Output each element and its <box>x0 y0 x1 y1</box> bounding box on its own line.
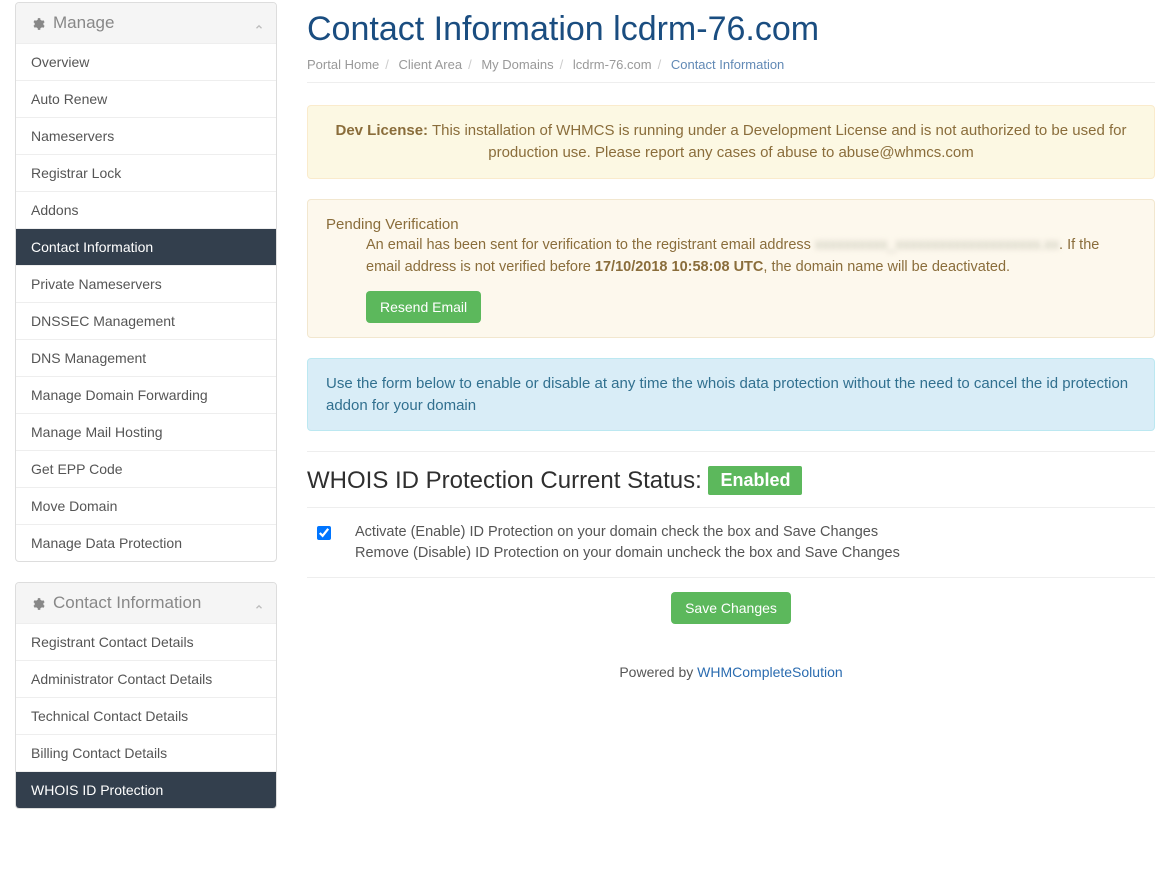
sidebar-item-technical: Technical Contact Details <box>16 697 276 734</box>
alert-pending-text3: , the domain name will be deactivated. <box>763 259 1010 275</box>
sidebar-item-overview: Overview <box>16 43 276 80</box>
alert-pending-deadline: 17/10/2018 10:58:08 UTC <box>595 259 763 275</box>
breadcrumb-current: Contact Information <box>671 57 784 72</box>
sidebar-panel-manage: Manage Overview Auto Renew Nameservers R… <box>15 2 277 562</box>
save-changes-button[interactable]: Save Changes <box>671 592 791 624</box>
footer-prefix: Powered by <box>619 664 697 680</box>
whois-status-title: WHOIS ID Protection Current Status: Enab… <box>307 466 1155 495</box>
sidebar-item-registrar-lock: Registrar Lock <box>16 154 276 191</box>
sidebar-item-private-nameservers: Private Nameservers <box>16 265 276 302</box>
sidebar-panel-contact: Contact Information Registrant Contact D… <box>15 582 277 809</box>
sidebar-header-contact[interactable]: Contact Information <box>16 583 276 623</box>
alert-pending-verification: Pending Verification An email has been s… <box>307 199 1155 338</box>
alert-pending-redacted-email: xxxxxxxxxx_xxxxxxxxxxxxxxxxxxxx.xx <box>815 237 1059 253</box>
breadcrumb-domain[interactable]: lcdrm-76.com <box>573 57 652 72</box>
page-title: Contact Information lcdrm-76.com <box>307 10 1155 49</box>
alert-dev-license-prefix: Dev License: <box>336 122 429 139</box>
gear-icon <box>31 16 45 30</box>
sidebar-item-mail-hosting: Manage Mail Hosting <box>16 413 276 450</box>
sidebar-item-domain-forwarding: Manage Domain Forwarding <box>16 376 276 413</box>
breadcrumb: Portal Home/ Client Area/ My Domains/ lc… <box>307 57 1155 83</box>
whois-protection-checkbox[interactable] <box>317 526 331 540</box>
status-badge: Enabled <box>708 466 802 495</box>
whois-protection-line1: Activate (Enable) ID Protection on your … <box>355 522 900 542</box>
chevron-up-icon <box>254 597 264 607</box>
whois-protection-row: Activate (Enable) ID Protection on your … <box>307 507 1155 578</box>
sidebar-item-epp-code: Get EPP Code <box>16 450 276 487</box>
sidebar-item-data-protection: Manage Data Protection <box>16 524 276 561</box>
whois-status-prefix: WHOIS ID Protection Current Status: <box>307 467 708 494</box>
alert-info: Use the form below to enable or disable … <box>307 358 1155 432</box>
sidebar-header-contact-title: Contact Information <box>53 593 201 613</box>
alert-pending-title: Pending Verification <box>326 214 1136 236</box>
sidebar-item-dnssec: DNSSEC Management <box>16 302 276 339</box>
sidebar-item-whois-protection: WHOIS ID Protection <box>16 771 276 808</box>
sidebar-item-move-domain: Move Domain <box>16 487 276 524</box>
chevron-up-icon <box>254 17 264 27</box>
breadcrumb-client-area[interactable]: Client Area <box>399 57 463 72</box>
footer: Powered by WHMCompleteSolution <box>307 654 1155 710</box>
resend-email-button[interactable]: Resend Email <box>366 291 481 323</box>
alert-dev-license: Dev License: This installation of WHMCS … <box>307 105 1155 179</box>
sidebar-item-billing: Billing Contact Details <box>16 734 276 771</box>
alert-pending-text1: An email has been sent for verification … <box>366 237 815 253</box>
sidebar-list-manage: Overview Auto Renew Nameservers Registra… <box>16 43 276 561</box>
sidebar-header-manage[interactable]: Manage <box>16 3 276 43</box>
whois-protection-line2: Remove (Disable) ID Protection on your d… <box>355 543 900 563</box>
gear-icon <box>31 596 45 610</box>
footer-link[interactable]: WHMCompleteSolution <box>697 664 843 680</box>
sidebar-item-addons: Addons <box>16 191 276 228</box>
alert-dev-license-text: This installation of WHMCS is running un… <box>428 122 1126 161</box>
sidebar-item-dns-management: DNS Management <box>16 339 276 376</box>
sidebar-item-contact-information: Contact Information <box>16 228 276 265</box>
breadcrumb-portal-home[interactable]: Portal Home <box>307 57 379 72</box>
sidebar-item-administrator: Administrator Contact Details <box>16 660 276 697</box>
sidebar-list-contact: Registrant Contact Details Administrator… <box>16 623 276 808</box>
sidebar-header-manage-title: Manage <box>53 13 114 33</box>
breadcrumb-my-domains[interactable]: My Domains <box>481 57 553 72</box>
sidebar-item-nameservers: Nameservers <box>16 117 276 154</box>
sidebar-item-auto-renew: Auto Renew <box>16 80 276 117</box>
sidebar-item-registrant: Registrant Contact Details <box>16 623 276 660</box>
